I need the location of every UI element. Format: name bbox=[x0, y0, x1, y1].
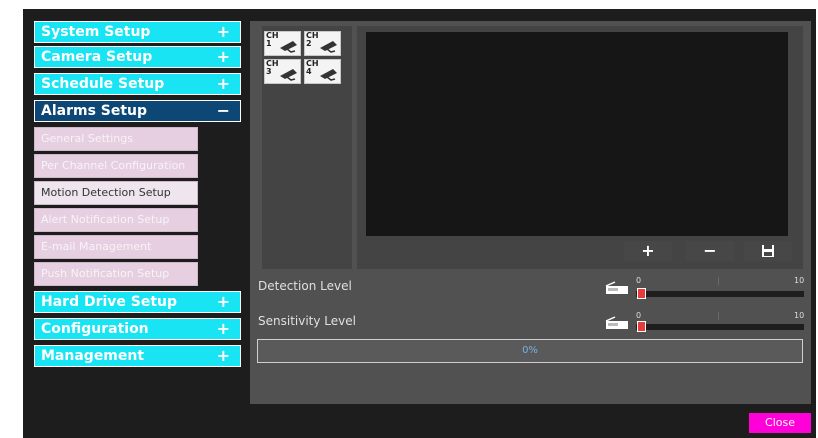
subitem-push-notification-setup[interactable]: Push Notification Setup bbox=[34, 262, 198, 286]
detection-level-knob[interactable] bbox=[637, 288, 646, 299]
detection-level-label: Detection Level bbox=[258, 279, 352, 293]
sensitivity-level-knob[interactable] bbox=[637, 321, 646, 332]
channel-1-button[interactable]: CH 1 bbox=[264, 31, 301, 56]
slider-min-label: 0 bbox=[636, 311, 642, 320]
add-region-button[interactable]: + bbox=[624, 241, 672, 261]
sidebar-item-label: System Setup bbox=[41, 24, 151, 40]
slider-max-label: 10 bbox=[794, 311, 805, 320]
save-icon bbox=[762, 245, 774, 257]
sensitivity-level-slider[interactable] bbox=[636, 324, 804, 330]
sidebar-item-schedule-setup[interactable]: Schedule Setup + bbox=[34, 73, 241, 95]
detection-level-slider[interactable] bbox=[636, 291, 804, 297]
expand-icon: + bbox=[216, 292, 230, 311]
slider-max-label: 10 bbox=[794, 276, 805, 285]
sensitivity-level-label: Sensitivity Level bbox=[258, 314, 356, 328]
camera-icon bbox=[280, 69, 297, 81]
subitem-alert-notification-setup[interactable]: Alert Notification Setup bbox=[34, 208, 198, 232]
speaker-icon bbox=[605, 281, 628, 294]
progress-bar: 0% bbox=[257, 339, 803, 363]
sidebar-item-hard-drive-setup[interactable]: Hard Drive Setup + bbox=[34, 291, 241, 313]
subitem-per-channel-configuration[interactable]: Per Channel Configuration bbox=[34, 154, 198, 178]
sidebar-item-label: Configuration bbox=[41, 321, 149, 337]
expand-icon: + bbox=[216, 346, 230, 365]
sidebar-item-system-setup[interactable]: System Setup + bbox=[34, 21, 241, 43]
slider-mid-tick: | bbox=[717, 311, 720, 320]
channel-2-button[interactable]: CH 2 bbox=[304, 31, 341, 56]
speaker-icon bbox=[605, 316, 628, 329]
remove-region-button[interactable]: − bbox=[686, 241, 734, 261]
sidebar-item-label: Camera Setup bbox=[41, 49, 153, 65]
sidebar-item-label: Schedule Setup bbox=[41, 76, 165, 92]
sidebar-item-configuration[interactable]: Configuration + bbox=[34, 318, 241, 340]
subitem-email-management[interactable]: E-mail Management bbox=[34, 235, 198, 259]
progress-text: 0% bbox=[522, 345, 538, 356]
camera-icon bbox=[320, 69, 337, 81]
camera-icon bbox=[320, 41, 337, 53]
subitem-motion-detection-setup[interactable]: Motion Detection Setup bbox=[34, 181, 198, 205]
sidebar-item-label: Hard Drive Setup bbox=[41, 294, 178, 310]
video-preview[interactable] bbox=[366, 32, 788, 236]
sidebar-item-alarms-setup[interactable]: Alarms Setup − bbox=[34, 100, 241, 122]
close-button[interactable]: Close bbox=[749, 413, 811, 433]
sidebar-item-management[interactable]: Management + bbox=[34, 345, 241, 367]
expand-icon: + bbox=[216, 47, 230, 66]
slider-min-label: 0 bbox=[636, 276, 642, 285]
camera-icon bbox=[280, 41, 297, 53]
expand-icon: + bbox=[216, 22, 230, 41]
channel-4-button[interactable]: CH 4 bbox=[304, 59, 341, 84]
sidebar-item-label: Management bbox=[41, 348, 145, 364]
sidebar-item-label: Alarms Setup bbox=[41, 103, 148, 119]
collapse-icon: − bbox=[216, 101, 230, 120]
sidebar-item-camera-setup[interactable]: Camera Setup + bbox=[34, 46, 241, 68]
expand-icon: + bbox=[216, 74, 230, 93]
save-button[interactable] bbox=[744, 241, 792, 261]
channel-3-button[interactable]: CH 3 bbox=[264, 59, 301, 84]
subitem-general-settings[interactable]: General Settings bbox=[34, 127, 198, 151]
slider-mid-tick: | bbox=[717, 276, 720, 285]
expand-icon: + bbox=[216, 319, 230, 338]
